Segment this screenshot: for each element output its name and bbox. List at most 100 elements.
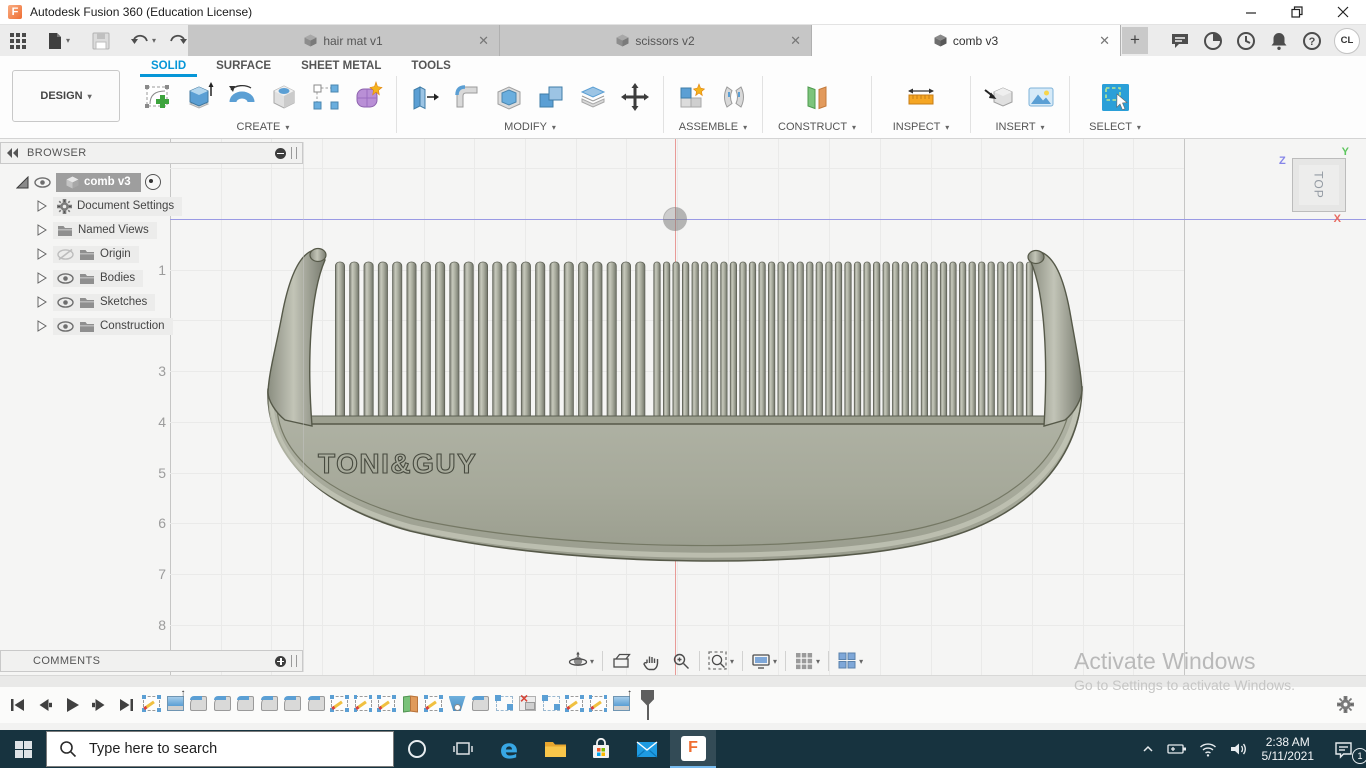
press-pull-icon[interactable] (407, 77, 443, 117)
new-tab-button[interactable]: + (1122, 27, 1148, 54)
step-forward-button[interactable] (89, 697, 109, 713)
minimize-button[interactable] (1228, 0, 1274, 24)
timeline-feature-fillet-icon[interactable] (190, 696, 207, 711)
volume-icon[interactable] (1226, 730, 1250, 768)
go-to-start-button[interactable] (8, 697, 28, 713)
timeline-feature-fillet-icon[interactable] (237, 696, 254, 711)
timeline-feature-delete-icon[interactable] (519, 696, 536, 711)
tray-clock[interactable]: 2:38 AM 5/11/2021 (1256, 735, 1321, 763)
grid-snap-icon[interactable]: ▾ (789, 648, 825, 674)
user-avatar[interactable]: CL (1334, 28, 1360, 54)
group-label-insert[interactable]: INSERT ▾ (995, 121, 1044, 133)
create-form-icon[interactable] (350, 77, 386, 117)
view-cube-face-label[interactable]: TOP (1312, 171, 1326, 198)
rectangular-pattern-icon[interactable] (308, 77, 344, 117)
shell-icon[interactable] (491, 77, 527, 117)
timeline-feature-sketch-icon[interactable] (378, 696, 395, 711)
timeline-feature-sketch-icon[interactable] (355, 696, 372, 711)
new-component-icon[interactable] (674, 77, 710, 117)
group-label-construct[interactable]: CONSTRUCT ▾ (778, 121, 856, 133)
tree-item-document-settings[interactable]: Document Settings (36, 194, 182, 218)
action-center-icon[interactable]: 1 (1326, 730, 1360, 768)
tab-solid[interactable]: SOLID (136, 58, 201, 75)
file-explorer-icon[interactable] (532, 730, 578, 768)
app-grid-icon[interactable] (6, 28, 30, 54)
orbit-icon[interactable]: ▾ (563, 648, 599, 674)
hole-icon[interactable] (266, 77, 302, 117)
notifications-bell-icon[interactable] (1268, 30, 1290, 52)
tray-chevron-icon[interactable] (1136, 730, 1160, 768)
expand-arrow-icon[interactable] (36, 248, 47, 260)
fillet-icon[interactable] (449, 77, 485, 117)
tab-hair-mat-v1[interactable]: hair mat v1 ✕ (188, 25, 500, 56)
timeline-feature-fillet-icon[interactable] (308, 696, 325, 711)
origin-marker[interactable] (663, 207, 687, 231)
timeline-feature-fillet-icon[interactable] (472, 696, 489, 711)
tree-item-bodies[interactable]: Bodies (36, 266, 143, 290)
root-component-chip[interactable]: comb v3 (56, 173, 141, 192)
pan-icon[interactable] (636, 648, 666, 674)
activate-radio-icon[interactable] (145, 174, 161, 190)
tree-item-origin[interactable]: Origin (36, 242, 139, 266)
timeline-feature-sketch-icon[interactable] (143, 696, 160, 711)
group-label-inspect[interactable]: INSPECT ▾ (893, 121, 950, 133)
panel-grip-icon[interactable] (291, 147, 297, 159)
expand-arrow-icon[interactable] (36, 320, 47, 332)
tree-item-root[interactable]: comb v3 (16, 170, 161, 194)
updates-clock-icon[interactable] (1235, 30, 1257, 52)
expand-arrow-icon[interactable] (36, 296, 47, 308)
save-button[interactable] (88, 28, 114, 54)
panel-grip-icon[interactable] (291, 655, 297, 667)
panel-minus-icon[interactable] (275, 148, 286, 159)
battery-icon[interactable] (1166, 730, 1190, 768)
comments-icon[interactable] (1169, 30, 1191, 52)
view-cube[interactable]: TOP Z Y X (1292, 158, 1346, 212)
select-icon[interactable] (1097, 77, 1133, 117)
group-label-assemble[interactable]: ASSEMBLE ▾ (679, 121, 747, 133)
comments-header[interactable]: COMMENTS (0, 650, 303, 672)
canvas-image-icon[interactable] (1023, 77, 1059, 117)
timeline-feature-sketch-icon[interactable] (331, 696, 348, 711)
help-icon[interactable]: ? (1301, 30, 1323, 52)
timeline-scrubber[interactable] (641, 690, 654, 720)
edge-browser-icon[interactable]: e (486, 730, 532, 768)
group-label-create[interactable]: CREATE ▾ (237, 121, 290, 133)
move-copy-icon[interactable] (617, 77, 653, 117)
expand-arrow-icon[interactable] (36, 224, 47, 236)
joint-icon[interactable] (716, 77, 752, 117)
expand-arrow-icon[interactable] (36, 272, 47, 284)
tab-close-icon[interactable]: ✕ (478, 33, 489, 49)
look-at-icon[interactable] (606, 648, 636, 674)
display-settings-icon[interactable]: ▾ (746, 648, 782, 674)
timeline-settings-gear-icon[interactable] (1337, 696, 1354, 713)
step-back-button[interactable] (35, 697, 55, 713)
search-input[interactable] (87, 740, 371, 758)
timeline-feature-pattern-icon[interactable] (543, 696, 560, 711)
insert-derive-icon[interactable] (981, 77, 1017, 117)
task-view-icon[interactable] (440, 730, 486, 768)
job-status-icon[interactable] (1202, 30, 1224, 52)
create-sketch-icon[interactable] (140, 77, 176, 117)
tab-scissors-v2[interactable]: scissors v2 ✕ (500, 25, 812, 56)
restore-button[interactable] (1274, 0, 1320, 24)
fit-icon[interactable]: ▾ (703, 648, 739, 674)
timeline-feature-plane-icon[interactable] (402, 696, 419, 711)
tab-sheet-metal[interactable]: SHEET METAL (286, 58, 396, 75)
timeline-feature-emboss-icon[interactable] (449, 696, 466, 711)
timeline-feature-fillet-icon[interactable] (261, 696, 278, 711)
tab-comb-v3[interactable]: comb v3 ✕ (812, 25, 1121, 56)
workspace-selector[interactable]: DESIGN▾ (12, 70, 120, 122)
zoom-icon[interactable] (666, 648, 696, 674)
extrude-icon[interactable] (182, 77, 218, 117)
go-to-end-button[interactable] (116, 697, 136, 713)
add-comment-icon[interactable] (275, 656, 286, 667)
viewport-canvas[interactable]: 1345678 TONI&G (0, 139, 1366, 675)
split-body-icon[interactable] (575, 77, 611, 117)
timeline-feature-extrude-icon[interactable] (613, 696, 630, 711)
play-button[interactable] (62, 697, 82, 713)
revolve-icon[interactable] (224, 77, 260, 117)
wifi-icon[interactable] (1196, 730, 1220, 768)
browser-header[interactable]: BROWSER (0, 142, 303, 164)
cortana-icon[interactable] (394, 730, 440, 768)
comb-model[interactable]: TONI&GUY (255, 240, 1095, 575)
